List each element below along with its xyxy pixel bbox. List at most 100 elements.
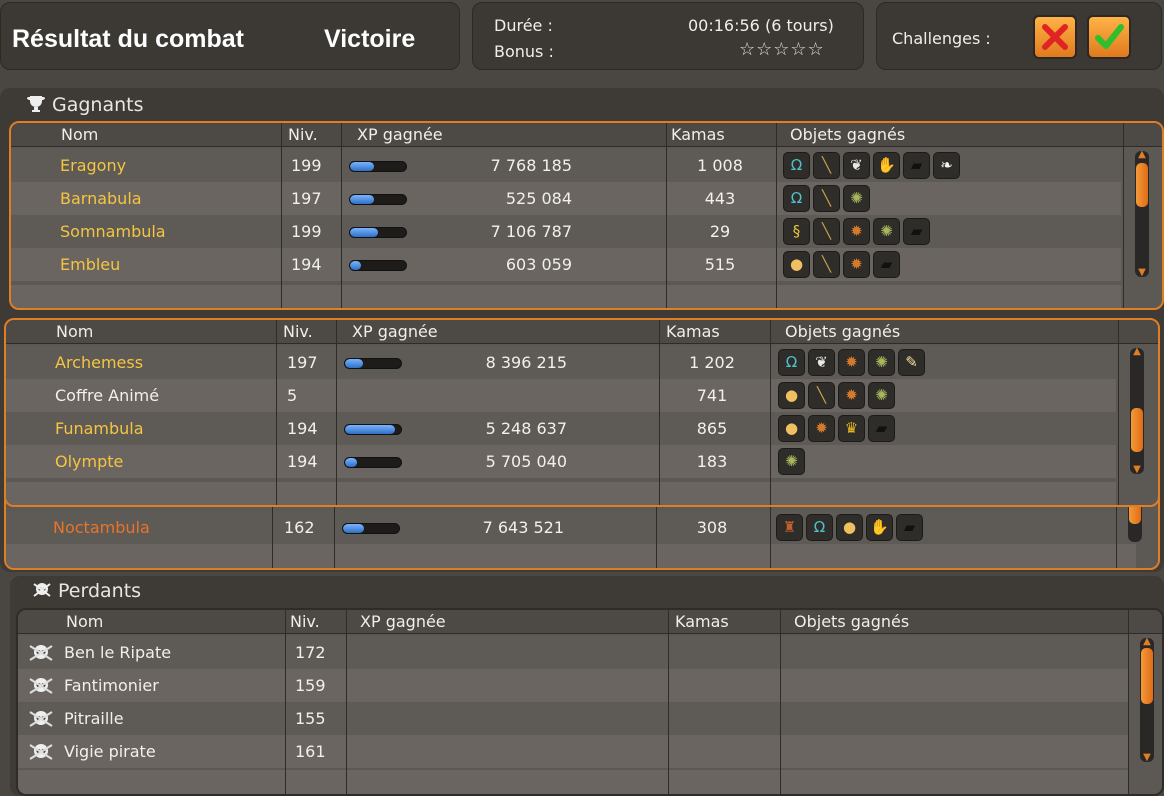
- scroll-down-icon[interactable]: ▼: [1131, 465, 1143, 475]
- cape-icon[interactable]: Ω: [783, 152, 810, 179]
- player-level: 162: [284, 518, 315, 537]
- table-row[interactable]: Pitraille 155: [18, 702, 1128, 735]
- table-row[interactable]: Vigie pirate 161: [18, 735, 1128, 768]
- scroll-up-icon[interactable]: ▲: [1141, 637, 1153, 647]
- xp-value: 603 059: [505, 255, 572, 274]
- feather-icon[interactable]: ❦: [843, 152, 870, 179]
- feather-icon[interactable]: ❦: [808, 349, 835, 376]
- shell-icon[interactable]: ✺: [868, 382, 895, 409]
- table-row[interactable]: Eragony 199 7 768 185 1 008 Ω ╲ ❦ ✋ ▰ ❧: [11, 149, 1121, 182]
- stone-icon[interactable]: ▰: [896, 514, 923, 541]
- cape-icon[interactable]: Ω: [778, 349, 805, 376]
- cape-icon[interactable]: Ω: [806, 514, 833, 541]
- items-list: Ω ❦ ✹ ✺ ✎: [778, 349, 925, 376]
- challenges-panel: Challenges :: [876, 2, 1162, 70]
- fur-icon[interactable]: ✹: [808, 415, 835, 442]
- staff-icon[interactable]: ╲: [813, 251, 840, 278]
- xp-value: 7 768 185: [490, 156, 572, 175]
- wing-icon[interactable]: ✋: [873, 152, 900, 179]
- player-name: Eragony: [60, 156, 127, 175]
- scroll-thumb[interactable]: [1131, 408, 1143, 452]
- staff-icon[interactable]: ╲: [813, 218, 840, 245]
- table-row[interactable]: Coffre Animé 5 741 ● ╲ ✹ ✺: [6, 379, 1116, 412]
- col-name: Nom: [61, 125, 99, 144]
- kamas-value: 29: [709, 222, 731, 241]
- stone-icon[interactable]: ▰: [868, 415, 895, 442]
- tooth-icon[interactable]: ❧: [933, 152, 960, 179]
- fur-icon[interactable]: ✹: [843, 251, 870, 278]
- scroll-thumb[interactable]: [1141, 648, 1153, 704]
- xp-value: 7 643 521: [482, 518, 564, 537]
- xp-bar: [349, 161, 407, 172]
- shell-icon[interactable]: ✺: [843, 185, 870, 212]
- egg-icon[interactable]: ●: [836, 514, 863, 541]
- scroll-up-icon[interactable]: ▲: [1131, 347, 1143, 357]
- fur-icon[interactable]: ✹: [838, 382, 865, 409]
- losers-heading: Perdants: [32, 580, 141, 602]
- egg-icon[interactable]: ●: [783, 251, 810, 278]
- xp-value: 7 106 787: [490, 222, 572, 241]
- scrollbar[interactable]: ▲ ▼: [1140, 637, 1154, 763]
- xp-bar: [344, 358, 402, 369]
- challenge-success-button[interactable]: [1087, 15, 1131, 59]
- bone-icon[interactable]: ✎: [898, 349, 925, 376]
- player-name: Olympte: [55, 452, 124, 471]
- table-header: Nom Niv. XP gagnée Kamas Objets gagnés: [18, 610, 1162, 634]
- player-name: Noctambula: [53, 518, 150, 537]
- staff-icon[interactable]: ╲: [808, 382, 835, 409]
- items-list: ♜ Ω ● ✋ ▰: [776, 514, 923, 541]
- col-kamas: Kamas: [666, 322, 720, 341]
- egg-icon[interactable]: ●: [778, 415, 805, 442]
- table-row[interactable]: Olympte 194 5 705 040 183 ✺: [6, 445, 1116, 478]
- table-row[interactable]: Somnambula 199 7 106 787 29 § ╲ ✹ ✺ ▰: [11, 215, 1121, 248]
- col-level: Niv.: [290, 612, 320, 631]
- scroll-down-icon[interactable]: ▼: [1141, 753, 1153, 763]
- table-row[interactable]: Archemess 197 8 396 215 1 202 Ω ❦ ✹ ✺ ✎: [6, 346, 1116, 379]
- player-name: Funambula: [55, 419, 144, 438]
- table-row[interactable]: Funambula 194 5 248 637 865 ● ✹ ♛ ▰: [6, 412, 1116, 445]
- items-list: ✺: [778, 448, 805, 475]
- scrollbar[interactable]: ▲ ▼: [1130, 347, 1144, 475]
- stone-icon[interactable]: ▰: [903, 218, 930, 245]
- table-row[interactable]: Noctambula 162 7 643 521 308 ♜ Ω ● ✋ ▰: [6, 511, 1136, 544]
- table-row[interactable]: Embleu 194 603 059 515 ● ╲ ✹ ▰: [11, 248, 1121, 281]
- shell-icon[interactable]: ✺: [873, 218, 900, 245]
- stone-icon[interactable]: ▰: [873, 251, 900, 278]
- col-items: Objets gagnés: [790, 125, 906, 144]
- wing-icon[interactable]: ✋: [866, 514, 893, 541]
- vine-icon[interactable]: §: [783, 218, 810, 245]
- fur-icon[interactable]: ✹: [843, 218, 870, 245]
- egg-icon[interactable]: ●: [778, 382, 805, 409]
- player-level: 161: [295, 742, 326, 761]
- scrollbar[interactable]: ▲ ▼: [1135, 150, 1149, 278]
- table-row[interactable]: Fantimonier 159: [18, 669, 1128, 702]
- table-header: Nom Niv. XP gagnée Kamas Objets gagnés: [11, 123, 1162, 147]
- stone-icon[interactable]: ▰: [903, 152, 930, 179]
- cape-icon[interactable]: Ω: [783, 185, 810, 212]
- challenge-failed-button[interactable]: [1033, 15, 1077, 59]
- crown-icon[interactable]: ♛: [838, 415, 865, 442]
- col-level: Niv.: [283, 322, 313, 341]
- kamas-value: 1 008: [697, 156, 743, 175]
- scroll-down-icon[interactable]: ▼: [1136, 268, 1148, 278]
- items-list: § ╲ ✹ ✺ ▰: [783, 218, 930, 245]
- green-check-icon: [1095, 24, 1124, 49]
- col-kamas: Kamas: [675, 612, 729, 631]
- staff-icon[interactable]: ╲: [813, 152, 840, 179]
- shell-icon[interactable]: ✺: [868, 349, 895, 376]
- player-level: 194: [287, 419, 318, 438]
- scroll-thumb[interactable]: [1136, 163, 1148, 207]
- losers-table: Nom Niv. XP gagnée Kamas Objets gagnés B…: [16, 608, 1164, 796]
- fur-icon[interactable]: ✹: [838, 349, 865, 376]
- table-row[interactable]: Barnabula 197 525 084 443 Ω ╲ ✺: [11, 182, 1121, 215]
- table-row-empty: [11, 285, 1121, 308]
- staff-icon[interactable]: ╲: [813, 185, 840, 212]
- table-row[interactable]: Ben le Ripate 172: [18, 636, 1128, 669]
- shell-icon[interactable]: ✺: [778, 448, 805, 475]
- bonus-stars: ☆☆☆☆☆: [739, 39, 825, 60]
- winners-title: Gagnants: [52, 94, 144, 116]
- col-level: Niv.: [288, 125, 318, 144]
- kamas-value: 443: [704, 189, 736, 208]
- scroll-up-icon[interactable]: ▲: [1136, 150, 1148, 160]
- potion-icon[interactable]: ♜: [776, 514, 803, 541]
